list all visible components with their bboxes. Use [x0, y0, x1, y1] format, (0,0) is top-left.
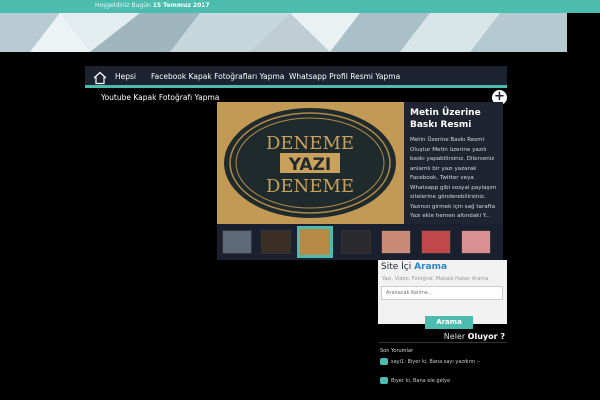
slider-thumbnails — [217, 224, 503, 260]
featured-slider: DENEME YAZI DENEME Metin Üzerine Baskı R… — [217, 102, 503, 260]
comment-item[interactable]: sayi1: Biyer ki, Bana sayı yazdırın :- — [380, 358, 506, 365]
main-nav: Hepsi Facebook Kapak Fotoğrafları Yapma … — [85, 66, 507, 88]
slide-caption: Metin Üzerine Baskı Resmi Metin Üzerine … — [404, 102, 503, 224]
search-input[interactable] — [381, 286, 503, 300]
slide-image-text-middle: YAZI — [288, 155, 332, 175]
welcome-text: Hoşgeldiniz Bugün 15 Temmuz 2017 — [95, 2, 210, 9]
slide-image-text-bottom: DENEME — [266, 176, 354, 197]
home-icon[interactable] — [93, 70, 107, 85]
nav-item-youtube-cover[interactable]: Youtube Kapak Fotoğrafı Yapma — [101, 93, 219, 102]
search-title: Site İçi Arama — [381, 262, 448, 272]
sub-nav: Youtube Kapak Fotoğrafı Yapma — [95, 90, 505, 102]
comment-item[interactable]: Biyer ki, Bana ele gelye — [380, 377, 506, 384]
slide-thumbnail[interactable] — [421, 230, 451, 254]
site-search-widget: Site İçi Arama Yazı, Video, Fotoğraf, Ma… — [378, 260, 507, 324]
slide-image[interactable]: DENEME YAZI DENEME — [217, 102, 404, 224]
nav-item-all[interactable]: Hepsi — [115, 72, 136, 81]
slide-thumbnail-active[interactable] — [297, 226, 333, 258]
top-bar: Hoşgeldiniz Bugün 15 Temmuz 2017 — [0, 0, 600, 13]
search-button[interactable]: Arama — [425, 316, 473, 329]
slide-title[interactable]: Metin Üzerine Baskı Resmi — [410, 107, 497, 131]
current-date: 15 Temmuz 2017 — [152, 2, 210, 9]
slide-image-text-top: DENEME — [266, 133, 354, 154]
slide-description: Metin Üzerine Baskı Resmi Oluştur Metin … — [410, 137, 497, 219]
comment-icon — [380, 377, 388, 384]
slide-thumbnail[interactable] — [341, 230, 371, 254]
slide-thumbnail[interactable] — [461, 230, 491, 254]
nav-item-facebook-cover[interactable]: Facebook Kapak Fotoğrafları Yapma — [151, 72, 284, 81]
feed-heading: Neler Oluyor ? — [378, 332, 507, 343]
slide-thumbnail[interactable] — [222, 230, 252, 254]
nav-item-whatsapp-profile[interactable]: Whatsapp Profil Resmi Yapma — [289, 72, 400, 81]
slide-thumbnail[interactable] — [381, 230, 411, 254]
search-subtitle: Yazı, Video, Fotoğraf, Makale Haber Aram… — [382, 276, 489, 282]
slide-thumbnail[interactable] — [261, 230, 291, 254]
comment-icon — [380, 358, 388, 365]
recent-comments-label: Son Yorumlar — [380, 348, 414, 354]
header-banner — [0, 13, 567, 52]
